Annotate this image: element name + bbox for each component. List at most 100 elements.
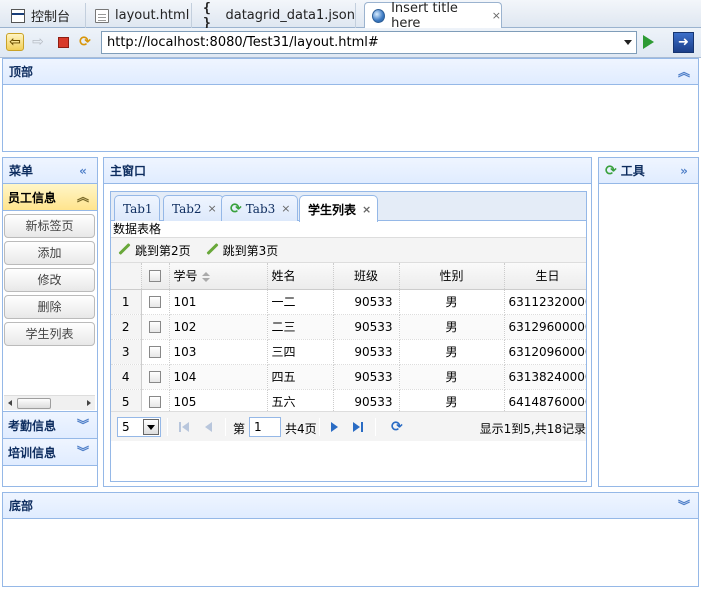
menu-button-delete[interactable]: 删除 — [4, 295, 95, 319]
south-panel: 底部 ︾ — [2, 492, 699, 587]
datagrid-toolbar: 跳到第2页 跳到第3页 — [111, 237, 586, 263]
north-panel: 顶部 ︽ — [2, 58, 699, 152]
row-checkbox[interactable] — [149, 321, 161, 333]
next-page-button[interactable] — [329, 421, 341, 433]
menu-button-add[interactable]: 添加 — [4, 241, 95, 265]
row-checkbox[interactable] — [149, 346, 161, 358]
table-row[interactable]: 4 104 四五 90533 男 631382400000 — [111, 364, 586, 390]
east-panel: ⟳ 工具 » — [598, 157, 699, 487]
column-header-name[interactable]: 姓名 — [267, 263, 334, 290]
editor-tab-label: layout.html — [115, 8, 190, 23]
west-panel-header: 菜单 « — [3, 158, 97, 184]
chevron-down-icon[interactable] — [624, 40, 632, 45]
go-button[interactable] — [643, 35, 654, 49]
tab-tab1[interactable]: Tab1 — [114, 195, 160, 221]
tab-student-list[interactable]: 学生列表 × — [299, 195, 379, 222]
pager-separator — [375, 418, 376, 436]
refresh-icon: ⟳ — [79, 34, 91, 50]
stop-button[interactable] — [54, 33, 72, 51]
console-icon — [11, 8, 25, 23]
close-icon[interactable]: × — [281, 202, 290, 215]
editor-tab-layout-html[interactable]: layout.html — [88, 3, 192, 28]
menu-button-edit[interactable]: 修改 — [4, 268, 95, 292]
first-page-icon — [179, 422, 181, 432]
cell-name: 三四 — [267, 339, 334, 365]
accordion-header-training[interactable]: 培训信息 ︾ — [3, 439, 97, 466]
last-page-button[interactable] — [353, 421, 365, 433]
cell-id: 104 — [169, 364, 268, 390]
cell-sex: 男 — [399, 364, 505, 390]
collapse-up-icon[interactable]: ︽ — [75, 189, 91, 205]
row-checkbox-cell[interactable] — [141, 314, 170, 340]
select-all-checkbox-cell[interactable] — [141, 263, 170, 290]
editor-tab-insert-title[interactable]: Insert title here × — [364, 0, 502, 31]
editor-tab-json[interactable]: { } datagrid_data1.json — [196, 1, 356, 31]
table-row[interactable]: 1 101 一二 90533 男 631123200000 — [111, 289, 586, 315]
collapse-up-icon[interactable]: ︽ — [676, 64, 692, 80]
center-panel: 主窗口 Tab1 Tab2 × ⟳ Tab3 × 学生列表 × 数据表格 跳到第… — [103, 157, 592, 487]
scroll-left-icon[interactable] — [8, 400, 12, 406]
table-row[interactable]: 2 102 二三 90533 男 631296000000 — [111, 314, 586, 340]
editor-tab-label: 控制台 — [31, 10, 71, 25]
expand-down-icon[interactable]: ︾ — [75, 417, 91, 433]
expand-down-icon[interactable]: ︾ — [676, 498, 692, 514]
prev-page-button[interactable] — [203, 421, 215, 433]
close-icon[interactable]: × — [208, 202, 217, 215]
tab-tab2[interactable]: Tab2 × — [163, 195, 224, 221]
pager-separator — [167, 418, 168, 436]
url-input[interactable]: http://localhost:8080/Test31/layout.html… — [101, 31, 637, 54]
tab-tab3[interactable]: ⟳ Tab3 × — [221, 195, 298, 221]
cell-id: 103 — [169, 339, 268, 365]
next-page-icon — [331, 422, 338, 432]
tab-label: Tab1 — [123, 201, 153, 216]
accordion-header-attendance[interactable]: 考勤信息 ︾ — [3, 412, 97, 439]
row-checkbox-cell[interactable] — [141, 289, 170, 315]
menu-button-student-list[interactable]: 学生列表 — [4, 322, 95, 346]
table-row[interactable]: 5 105 五六 90533 男 641487600000 — [111, 389, 586, 411]
accordion-title: 员工信息 — [8, 190, 57, 205]
tab-label: Tab2 — [172, 201, 202, 216]
cell-birthday: 641487600000 — [504, 389, 586, 411]
open-external-button[interactable]: ➜ — [673, 32, 694, 53]
row-checkbox[interactable] — [149, 396, 161, 408]
forward-button[interactable]: ⇨ — [29, 33, 47, 51]
page-number-input[interactable]: 1 — [249, 417, 281, 437]
scroll-right-icon[interactable] — [87, 400, 91, 406]
goto-page-3-button[interactable]: 跳到第3页 — [205, 242, 279, 259]
row-checkbox-cell[interactable] — [141, 364, 170, 390]
table-row[interactable]: 3 103 三四 90533 男 631209600000 — [111, 339, 586, 365]
cell-sex: 男 — [399, 289, 505, 315]
tabs-header: Tab1 Tab2 × ⟳ Tab3 × 学生列表 × — [111, 192, 586, 222]
chevron-down-icon[interactable] — [143, 419, 159, 435]
row-checkbox-cell[interactable] — [141, 389, 170, 411]
menu-button-new-tab[interactable]: 新标签页 — [4, 214, 95, 238]
expand-down-icon[interactable]: ︾ — [75, 444, 91, 460]
column-header-class[interactable]: 班级 — [333, 263, 400, 290]
horizontal-scrollbar[interactable] — [4, 395, 95, 410]
column-header-sex[interactable]: 性别 — [399, 263, 505, 290]
column-header-id[interactable]: 学号 — [169, 263, 268, 290]
row-checkbox-cell[interactable] — [141, 339, 170, 365]
refresh-button[interactable]: ⟳ — [76, 33, 94, 51]
goto-page-2-button[interactable]: 跳到第2页 — [117, 242, 191, 259]
cell-birthday: 631382400000 — [504, 364, 586, 390]
accordion-header-employee[interactable]: 员工信息 ︽ — [3, 184, 97, 211]
collapse-right-icon[interactable]: » — [676, 163, 692, 179]
row-checkbox[interactable] — [149, 371, 161, 383]
editor-tab-console[interactable]: 控制台 — [4, 3, 86, 28]
pencil-icon — [205, 243, 219, 257]
editor-tab-label: Insert title here — [391, 0, 458, 31]
refresh-icon[interactable]: ⟳ — [391, 419, 403, 435]
page-size-select[interactable]: 5 — [117, 417, 161, 437]
select-all-checkbox[interactable] — [149, 270, 161, 283]
close-icon[interactable]: × — [492, 9, 501, 22]
column-header-birthday[interactable]: 生日 — [504, 263, 586, 290]
row-checkbox[interactable] — [149, 296, 161, 308]
sort-icon[interactable] — [201, 271, 210, 282]
close-icon[interactable]: × — [362, 203, 371, 216]
collapse-left-icon[interactable]: « — [75, 163, 91, 179]
scrollbar-thumb[interactable] — [17, 398, 51, 409]
back-button[interactable]: ⇦ — [6, 33, 24, 51]
cell-birthday: 631209600000 — [504, 339, 586, 365]
first-page-button[interactable] — [179, 421, 191, 433]
